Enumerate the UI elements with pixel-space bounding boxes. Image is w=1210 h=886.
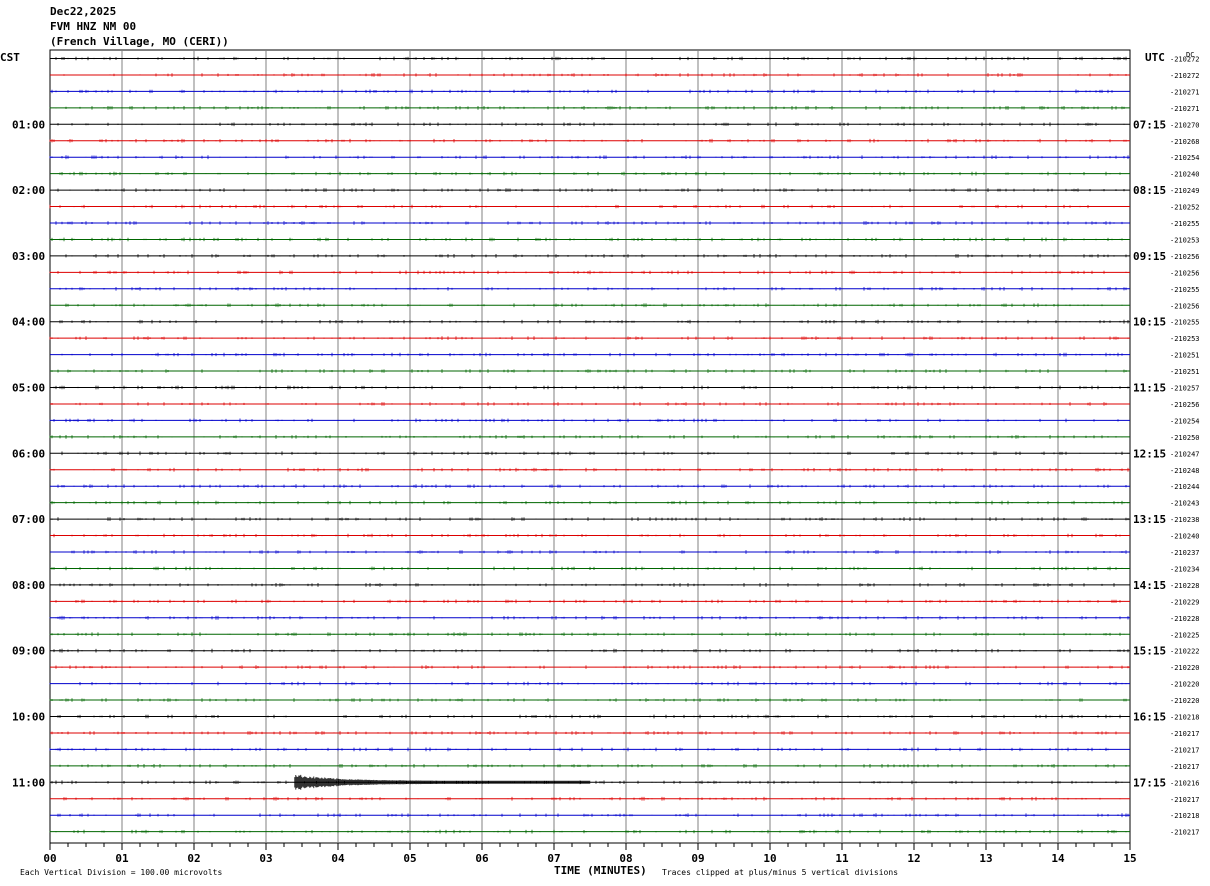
dc-offset-label: -210240	[1170, 171, 1200, 179]
dc-offset-label: -210255	[1170, 319, 1200, 327]
dc-offset-label: -210217	[1170, 746, 1200, 754]
dc-offset-label: -210244	[1170, 483, 1200, 491]
x-tick-label: 05	[403, 852, 416, 865]
right-timezone-label: UTC	[1145, 51, 1165, 64]
left-hour-label: 11:00	[12, 776, 45, 789]
dc-offset-label: -210217	[1170, 730, 1200, 738]
dc-offset-label: -210222	[1170, 648, 1200, 656]
x-tick-label: 04	[331, 852, 345, 865]
left-hour-label: 02:00	[12, 184, 45, 197]
dc-offset-label: -210271	[1170, 88, 1200, 96]
dc-offset-label: -210217	[1170, 829, 1200, 837]
dc-offset-label: -210254	[1170, 417, 1200, 425]
left-hour-label: 01:00	[12, 118, 45, 131]
dc-offset-label: -210255	[1170, 286, 1200, 294]
dc-offset-label: -210220	[1170, 664, 1200, 672]
dc-offset-label: -210218	[1170, 714, 1200, 722]
clip-note: Traces clipped at plus/minus 5 vertical …	[662, 868, 898, 877]
x-tick-label: 06	[475, 852, 489, 865]
dc-offset-label: -210234	[1170, 565, 1200, 573]
dc-offset-label: -210238	[1170, 516, 1200, 524]
left-hour-label: 09:00	[12, 645, 45, 658]
dc-offset-label: -210250	[1170, 434, 1200, 442]
dc-offset-label: -210251	[1170, 352, 1200, 360]
x-tick-label: 09	[691, 852, 704, 865]
dc-offset-label: -210217	[1170, 763, 1200, 771]
x-tick-label: 01	[115, 852, 129, 865]
plot-frame	[49, 49, 1131, 844]
scale-note: Each Vertical Division = 100.00 microvol…	[20, 868, 222, 877]
dc-offset-label: -210271	[1170, 105, 1200, 113]
x-tick-label: 08	[619, 852, 632, 865]
x-tick-label: 03	[259, 852, 272, 865]
helicorder-plot: CST UTC DC TIME (MINUTES) Each Vertical …	[0, 49, 1200, 877]
dc-offset-label: -210253	[1170, 335, 1200, 343]
right-hour-label: 14:15	[1133, 579, 1166, 592]
x-tick-label: 02	[187, 852, 200, 865]
dc-offset-label: -210216	[1170, 779, 1200, 787]
dc-offset-label: -210249	[1170, 187, 1200, 195]
dc-offset-label: -210247	[1170, 450, 1200, 458]
dc-offset-label: -210220	[1170, 697, 1200, 705]
x-tick-label: 14	[1051, 852, 1065, 865]
x-tick-label: 13	[979, 852, 992, 865]
left-hour-label: 03:00	[12, 250, 45, 263]
dc-offset-label: -210270	[1170, 121, 1200, 129]
dc-offset-label: -210228	[1170, 615, 1200, 623]
right-hour-label: 12:15	[1133, 447, 1166, 460]
dc-offset-label: -210237	[1170, 549, 1200, 557]
dc-offset-label: -210256	[1170, 401, 1200, 409]
x-tick-label: 07	[547, 852, 560, 865]
left-hour-label: 06:00	[12, 447, 45, 460]
dc-offset-label: -210253	[1170, 236, 1200, 244]
dc-offset-label: -210225	[1170, 631, 1200, 639]
dc-offset-label: -210268	[1170, 138, 1200, 146]
dc-offset-label: -210220	[1170, 681, 1200, 689]
dc-offset-label: -210254	[1170, 154, 1200, 162]
right-hour-label: 16:15	[1133, 711, 1166, 724]
x-tick-label: 12	[907, 852, 920, 865]
dc-offset-label: -210251	[1170, 368, 1200, 376]
x-tick-label: 00	[43, 852, 56, 865]
right-hour-label: 13:15	[1133, 513, 1166, 526]
left-hour-label: 10:00	[12, 711, 45, 724]
dc-offset-label: -210252	[1170, 204, 1200, 212]
right-hour-label: 08:15	[1133, 184, 1166, 197]
right-hour-label: 11:15	[1133, 382, 1166, 395]
dc-offset-label: -210228	[1170, 582, 1200, 590]
dc-offset-label: -210218	[1170, 812, 1200, 820]
right-hour-label: 09:15	[1133, 250, 1166, 263]
dc-offset-label: -210240	[1170, 533, 1200, 541]
dc-offset-label: -210256	[1170, 269, 1200, 277]
left-hour-label: 08:00	[12, 579, 45, 592]
right-hour-label: 17:15	[1133, 776, 1166, 789]
x-tick-label: 15	[1123, 852, 1136, 865]
grid-layer	[49, 49, 1131, 850]
dc-offset-label: -210217	[1170, 796, 1200, 804]
right-hour-label: 07:15	[1133, 118, 1166, 131]
dc-offset-label: -210272	[1170, 56, 1200, 64]
left-hour-label: 04:00	[12, 316, 45, 329]
left-timezone-label: CST	[0, 51, 20, 64]
left-hour-label: 05:00	[12, 382, 45, 395]
dc-offset-label: -210256	[1170, 253, 1200, 261]
x-tick-label: 10	[763, 852, 776, 865]
x-tick-label: 11	[835, 852, 849, 865]
dc-offset-label: -210257	[1170, 385, 1200, 393]
dc-offset-label: -210272	[1170, 72, 1200, 80]
dc-offset-label: -210248	[1170, 467, 1200, 475]
dc-offset-label: -210243	[1170, 500, 1200, 508]
trace-layer	[49, 56, 1130, 834]
dc-offset-label: -210255	[1170, 220, 1200, 228]
dc-offset-label: -210229	[1170, 598, 1200, 606]
label-layer: CST UTC DC TIME (MINUTES) Each Vertical …	[0, 51, 1200, 877]
left-hour-label: 07:00	[12, 513, 45, 526]
x-axis-label: TIME (MINUTES)	[554, 864, 647, 877]
dc-offset-label: -210256	[1170, 302, 1200, 310]
right-hour-label: 15:15	[1133, 645, 1166, 658]
right-hour-label: 10:15	[1133, 316, 1166, 329]
